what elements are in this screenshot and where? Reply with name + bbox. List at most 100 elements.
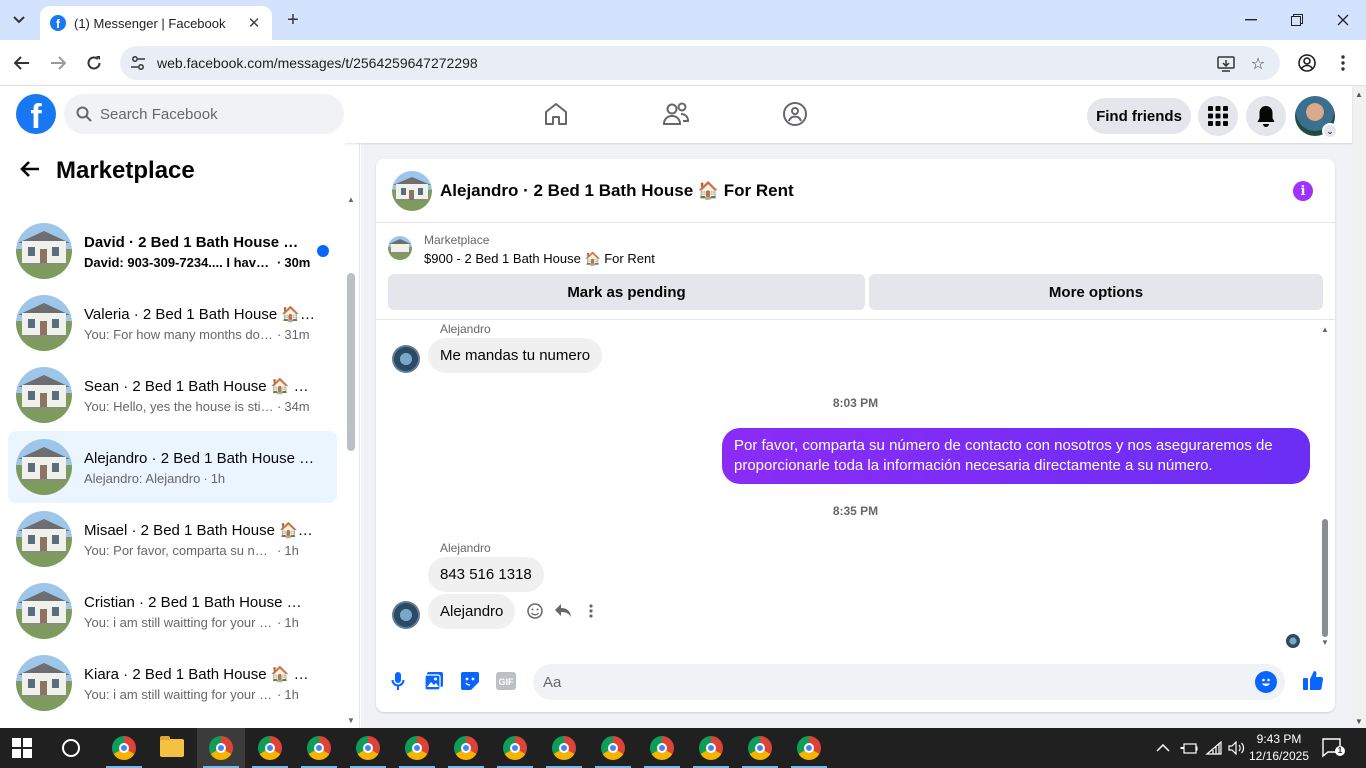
incoming-message[interactable]: 843 516 1318 [428,557,544,592]
taskbar-chrome-icon[interactable] [393,728,441,768]
new-tab-button[interactable]: + [282,9,304,31]
chat-listing-thumbnail[interactable] [392,170,432,211]
omnibox[interactable]: web.facebook.com/messages/t/256425964727… [120,46,1280,80]
chat-title[interactable]: Alejandro · 2 Bed 1 Bath House 🏠 For Ren… [440,181,794,201]
listing-title[interactable]: $900 - 2 Bed 1 Bath House 🏠 For Rent [424,251,655,267]
profile-icon[interactable] [1297,53,1317,73]
search-input[interactable]: Search Facebook [64,94,344,134]
marketplace-listing-bar: Marketplace $900 - 2 Bed 1 Bath House 🏠 … [376,224,1335,320]
more-options-button[interactable]: More options [869,274,1323,310]
taskbar-chrome-icon[interactable] [736,728,784,768]
tab-close-icon[interactable]: ✕ [246,14,262,32]
wifi-icon[interactable] [1205,728,1223,768]
message-input[interactable]: Aa [533,664,1285,700]
page-scrollbar[interactable]: ▲ ▼ [1352,86,1366,728]
conversation-item[interactable]: Cristian · 2 Bed 1 Bath House 🏠 For Rent… [8,575,337,647]
sidebar-scrollbar[interactable]: ▲ ▼ [347,195,355,729]
scrollbar-thumb[interactable] [347,273,355,451]
account-avatar[interactable]: ⌄ [1295,96,1338,139]
conversation-item[interactable]: David · 2 Bed 1 Bath House 🏠 For Rent Da… [8,215,337,287]
tab-search-chevron-icon[interactable] [6,8,32,32]
chat-scroll-up-icon[interactable]: ▲ [1320,325,1330,334]
marketplace-label: Marketplace [424,233,490,247]
volume-icon[interactable] [1228,728,1246,768]
forward-button[interactable] [47,52,69,74]
taskbar-chrome-icon[interactable] [246,728,294,768]
clock-date: 12/16/2025 [1248,749,1310,763]
taskbar-chrome-icon[interactable] [100,728,148,768]
page-scroll-down-icon[interactable]: ▼ [1352,717,1366,726]
chat-scrollbar[interactable]: ▲ ▼ [1320,325,1330,647]
listing-thumbnail [16,511,72,567]
show-hidden-icons-icon[interactable] [1156,728,1170,768]
react-emoji-icon[interactable] [525,601,545,621]
more-actions-icon[interactable] [581,601,601,621]
taskbar-chrome-icon[interactable] [491,728,539,768]
taskbar-file-explorer-icon[interactable] [148,728,196,768]
groups-icon[interactable] [779,98,811,130]
taskbar-chrome-icon[interactable] [540,728,588,768]
bookmark-star-icon[interactable]: ☆ [1248,54,1268,74]
unread-indicator [317,245,329,257]
taskbar-chrome-icon[interactable] [197,728,245,768]
notification-center-icon[interactable]: 1 [1322,738,1345,758]
back-button[interactable] [11,52,33,74]
photo-icon[interactable] [423,670,445,692]
emoji-icon[interactable] [1255,671,1277,693]
taskbar-chrome-icon[interactable] [442,728,490,768]
scroll-down-icon[interactable]: ▼ [346,716,356,725]
listing-small-thumbnail[interactable] [388,236,412,260]
browser-menu-icon[interactable] [1333,53,1353,73]
conversation-item[interactable]: Valeria · 2 Bed 1 Bath House 🏠 For Rent … [8,287,337,359]
friends-icon[interactable] [660,98,692,130]
marketplace-sidebar: Marketplace David · 2 Bed 1 Bath House 🏠… [0,143,360,729]
reload-button[interactable] [83,52,105,74]
sidebar-title: Marketplace [56,157,195,184]
taskbar-chrome-icon[interactable] [687,728,735,768]
menu-grid-icon[interactable] [1198,96,1238,136]
home-icon[interactable] [540,98,572,130]
microphone-icon[interactable] [387,670,409,692]
sender-avatar[interactable] [392,601,420,629]
taskbar-chrome-icon[interactable] [344,728,392,768]
taskbar-chrome-icon[interactable] [589,728,637,768]
conversation-item[interactable]: Kiara · 2 Bed 1 Bath House 🏠 For Rent Yo… [8,647,337,719]
start-windows-icon[interactable] [12,738,32,758]
taskbar-chrome-icon[interactable] [638,728,686,768]
sticker-icon[interactable] [459,670,481,692]
chat-scrollbar-thumb[interactable] [1322,519,1328,637]
restore-button[interactable] [1274,0,1320,40]
chat-scroll-down-icon[interactable]: ▼ [1320,638,1330,647]
conversation-item[interactable]: Sean · 2 Bed 1 Bath House 🏠 For Rent You… [8,359,337,431]
cortana-search-icon[interactable] [62,739,80,757]
site-settings-icon[interactable] [130,55,146,71]
outgoing-message[interactable]: Por favor, comparta su número de contact… [722,428,1310,484]
mark-as-pending-button[interactable]: Mark as pending [388,274,865,310]
taskbar-chrome-icon[interactable] [295,728,343,768]
like-thumbs-up-icon[interactable] [1301,668,1325,692]
gif-icon[interactable]: GIF [495,670,517,692]
taskbar-clock[interactable]: 9:43 PM 12/16/2025 [1246,731,1312,765]
find-friends-button[interactable]: Find friends [1087,98,1191,134]
incoming-message[interactable]: Me mandas tu numero [428,338,603,373]
page-scroll-up-icon[interactable]: ▲ [1352,90,1366,99]
minimize-button[interactable] [1228,0,1274,40]
browser-tabbar: f (1) Messenger | Facebook ✕ + [0,0,1366,40]
taskbar-chrome-icon[interactable] [785,728,833,768]
browser-tab[interactable]: f (1) Messenger | Facebook ✕ [40,6,272,40]
reply-icon[interactable] [553,601,573,621]
install-app-icon[interactable] [1216,54,1236,74]
conversation-item-active[interactable]: Alejandro · 2 Bed 1 Bath House 🏠 For Ren… [8,431,337,503]
sender-avatar[interactable] [392,345,420,373]
battery-icon[interactable] [1180,728,1198,768]
notifications-bell-icon[interactable] [1246,96,1286,136]
conversation-item[interactable]: Misael · 2 Bed 1 Bath House 🏠 For Rent Y… [8,503,337,575]
close-window-button[interactable] [1320,0,1366,40]
listing-thumbnail [16,295,72,351]
back-arrow-icon[interactable] [20,158,46,184]
incoming-message[interactable]: Alejandro [428,594,516,629]
info-icon[interactable]: i [1293,181,1313,201]
facebook-logo-icon[interactable]: f [16,94,56,134]
message-placeholder: Aa [543,674,562,691]
scroll-up-icon[interactable]: ▲ [346,195,356,204]
